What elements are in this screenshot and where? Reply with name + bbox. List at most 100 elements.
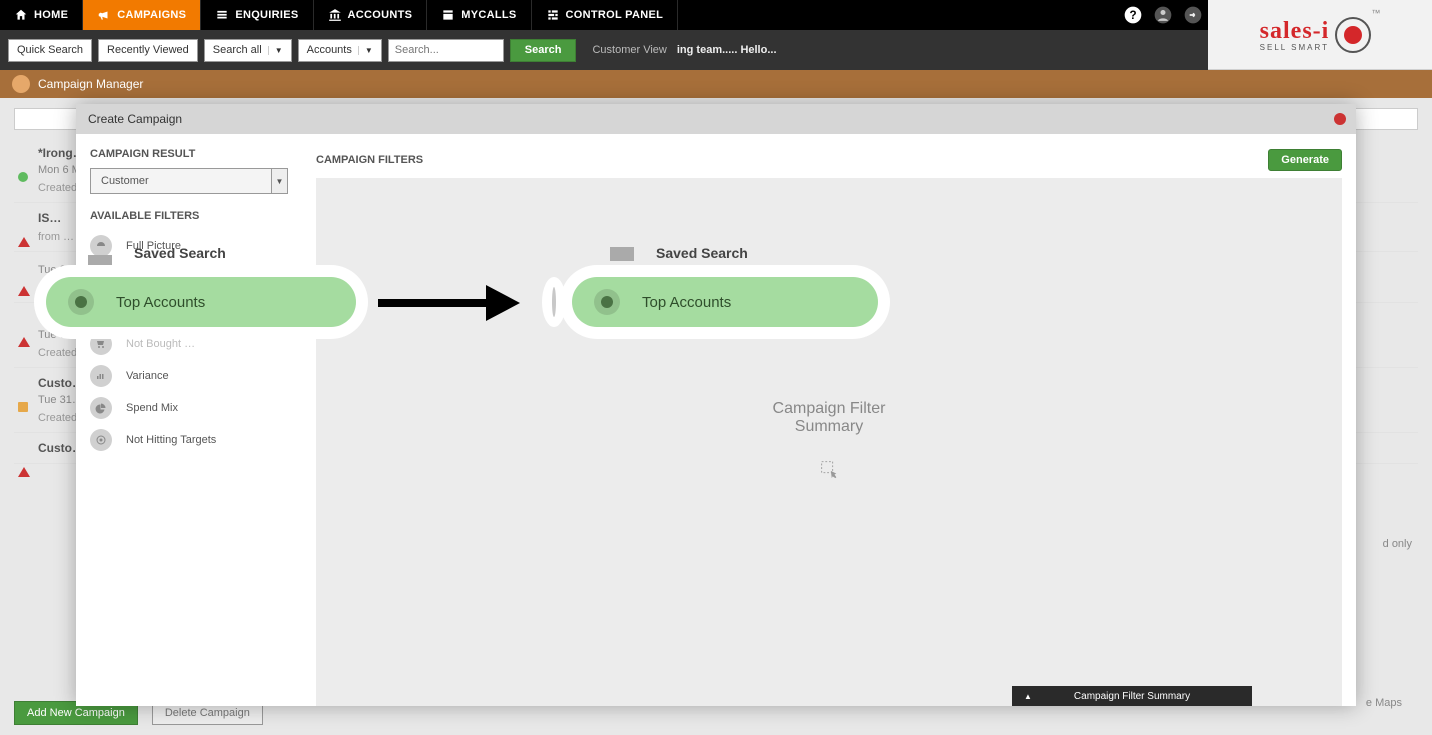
campaign-result-heading: CAMPAIGN RESULT bbox=[90, 148, 288, 160]
scope-label: Search all bbox=[213, 44, 262, 56]
create-campaign-modal: Create Campaign CAMPAIGN RESULT Customer… bbox=[76, 104, 1356, 706]
right-label: d only bbox=[1383, 538, 1412, 550]
entity-label: Accounts bbox=[307, 44, 352, 56]
campaign-manager-icon bbox=[12, 75, 30, 93]
ticker-text: ing team..... Hello... bbox=[677, 44, 777, 56]
filter-not-hitting-targets[interactable]: Not Hitting Targets bbox=[90, 424, 288, 456]
top-accounts-source-pill[interactable]: Top Accounts bbox=[46, 277, 356, 327]
nav-mycalls[interactable]: MYCALLS bbox=[427, 0, 531, 30]
campaign-filters-heading: CAMPAIGN FILTERS bbox=[316, 154, 423, 166]
modal-title: Create Campaign bbox=[88, 112, 182, 126]
status-dot-icon bbox=[18, 172, 28, 182]
filter-variance[interactable]: Variance bbox=[90, 360, 288, 392]
nav-control-panel[interactable]: CONTROL PANEL bbox=[532, 0, 679, 30]
right-footer-label: e Maps bbox=[1366, 697, 1402, 709]
status-dot-icon bbox=[18, 402, 28, 412]
chart-icon bbox=[90, 365, 112, 387]
chevron-up-icon: ▲ bbox=[1024, 692, 1032, 701]
customer-view-label: Customer View bbox=[592, 44, 666, 56]
gauge-icon bbox=[90, 235, 112, 257]
summary-drawer[interactable]: ▲ Campaign Filter Summary bbox=[1012, 686, 1252, 706]
overlay-label: Saved Search bbox=[656, 245, 748, 261]
overlay-saved-search-left: Saved Search bbox=[134, 245, 226, 261]
drag-arrow-icon bbox=[374, 281, 524, 325]
page-title: Campaign Manager bbox=[38, 77, 143, 91]
generate-button[interactable]: Generate bbox=[1268, 149, 1342, 171]
nav-enquiries-label: ENQUIRIES bbox=[235, 9, 298, 21]
bullseye-icon bbox=[1335, 17, 1371, 53]
bullhorn-icon bbox=[97, 8, 111, 22]
status-dot-icon bbox=[18, 286, 30, 296]
nav-mycalls-label: MYCALLS bbox=[461, 9, 516, 21]
accounts-icon bbox=[68, 289, 94, 315]
home-icon bbox=[14, 8, 28, 22]
search-entity-select[interactable]: Accounts ▼ bbox=[298, 39, 382, 62]
quick-search-button[interactable]: Quick Search bbox=[8, 39, 92, 62]
help-icon: ? bbox=[1123, 5, 1143, 25]
summary-title: Campaign Filter Summary bbox=[316, 400, 1342, 436]
next-button[interactable] bbox=[1178, 0, 1208, 30]
overlay-label: Saved Search bbox=[134, 245, 226, 261]
result-select-value: Customer bbox=[91, 169, 271, 193]
breadcrumb: Campaign Manager bbox=[0, 70, 1432, 98]
nav-enquiries[interactable]: ENQUIRIES bbox=[201, 0, 313, 30]
filter-not-bought[interactable]: Not Bought … bbox=[90, 328, 288, 360]
overlay-saved-search-right: Saved Search bbox=[656, 245, 748, 261]
nav-accounts-label: ACCOUNTS bbox=[348, 9, 413, 21]
help-button[interactable]: ? bbox=[1118, 0, 1148, 30]
nav-accounts[interactable]: ACCOUNTS bbox=[314, 0, 428, 30]
available-filters-heading: AVAILABLE FILTERS bbox=[90, 210, 288, 222]
top-accounts-target-pill[interactable]: Top Accounts bbox=[572, 277, 878, 327]
close-button[interactable] bbox=[1334, 113, 1346, 125]
filter-canvas[interactable]: Campaign Filter Summary ▲ Campaign Filte… bbox=[316, 178, 1342, 706]
nav-home[interactable]: HOME bbox=[0, 0, 83, 30]
person-icon bbox=[1153, 5, 1173, 25]
filter-label: Not Bought … bbox=[126, 338, 195, 350]
cart-icon bbox=[90, 333, 112, 355]
modal-header: Create Campaign bbox=[76, 104, 1356, 134]
drag-target-icon bbox=[818, 458, 840, 480]
svg-text:?: ? bbox=[1129, 9, 1136, 22]
chevron-down-icon: ▼ bbox=[358, 46, 373, 55]
pie-icon bbox=[90, 397, 112, 419]
status-dot-icon bbox=[18, 237, 30, 247]
brand-logo: sales-i SELL SMART ™ bbox=[1208, 0, 1432, 70]
arrow-right-icon bbox=[1183, 5, 1203, 25]
recently-viewed-label: Recently Viewed bbox=[107, 44, 189, 56]
status-dot-icon bbox=[18, 337, 30, 347]
nav-control-label: CONTROL PANEL bbox=[566, 9, 664, 21]
nav-campaigns[interactable]: CAMPAIGNS bbox=[83, 0, 201, 30]
search-scope-select[interactable]: Search all ▼ bbox=[204, 39, 292, 62]
search-input[interactable] bbox=[388, 39, 504, 62]
brand-name: sales-i bbox=[1260, 18, 1330, 45]
modal-right-panel: CAMPAIGN FILTERS Generate Campaign Filte… bbox=[302, 134, 1356, 706]
list-icon bbox=[215, 8, 229, 22]
profile-button[interactable] bbox=[1148, 0, 1178, 30]
stairs-icon bbox=[610, 247, 634, 261]
drawer-label: Campaign Filter Summary bbox=[1074, 691, 1190, 702]
chevron-down-icon: ▼ bbox=[268, 46, 283, 55]
recently-viewed-button[interactable]: Recently Viewed bbox=[98, 39, 198, 62]
search-button[interactable]: Search bbox=[510, 39, 577, 62]
stairs-icon bbox=[88, 255, 112, 269]
status-dot-icon bbox=[18, 467, 30, 477]
brand-tagline: SELL SMART bbox=[1260, 43, 1330, 52]
pill-label: Top Accounts bbox=[642, 294, 731, 311]
filter-spend-mix[interactable]: Spend Mix bbox=[90, 392, 288, 424]
trademark: ™ bbox=[1371, 8, 1380, 18]
filter-label: Spend Mix bbox=[126, 402, 178, 414]
quick-search-label: Quick Search bbox=[17, 44, 83, 56]
overlay-crop-hint bbox=[542, 277, 566, 327]
filter-label: Variance bbox=[126, 370, 169, 382]
modal-left-panel: CAMPAIGN RESULT Customer ▼ AVAILABLE FIL… bbox=[76, 134, 302, 706]
result-select[interactable]: Customer ▼ bbox=[90, 168, 288, 194]
chevron-down-icon[interactable]: ▼ bbox=[271, 169, 287, 193]
filter-label: Not Hitting Targets bbox=[126, 434, 216, 446]
calendar-icon bbox=[441, 8, 455, 22]
bank-icon bbox=[328, 8, 342, 22]
pill-label: Top Accounts bbox=[116, 294, 205, 311]
target-icon bbox=[90, 429, 112, 451]
nav-campaigns-label: CAMPAIGNS bbox=[117, 9, 186, 21]
accounts-icon bbox=[594, 289, 620, 315]
nav-home-label: HOME bbox=[34, 9, 68, 21]
